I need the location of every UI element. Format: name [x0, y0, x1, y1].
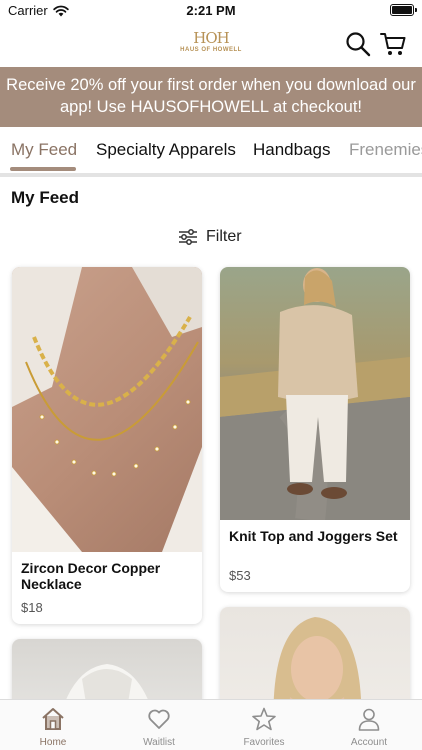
- filter-button[interactable]: Filter: [178, 228, 242, 246]
- nav-waitlist-label: Waitlist: [143, 737, 175, 748]
- product-card[interactable]: Zircon Decor Copper Necklace $18: [12, 267, 202, 624]
- necklace-photo: [12, 267, 202, 552]
- page-title: My Feed: [11, 188, 80, 207]
- nav-waitlist[interactable]: Waitlist: [106, 700, 212, 750]
- cart-icon[interactable]: [379, 30, 407, 58]
- logo-mark: HOH: [193, 29, 229, 47]
- tab-handbags[interactable]: Handbags: [253, 140, 331, 160]
- product-image: [220, 267, 410, 520]
- product-name: Zircon Decor Copper Necklace: [21, 560, 161, 592]
- star-icon: [252, 707, 276, 731]
- filter-icon: [179, 229, 197, 245]
- product-image: [12, 267, 202, 552]
- active-tab-indicator: [10, 167, 76, 171]
- nav-home-label: Home: [39, 737, 67, 748]
- filter-label: Filter: [206, 228, 242, 245]
- tab-specialty-apparels[interactable]: Specialty Apparels: [96, 140, 236, 160]
- person-icon: [358, 708, 380, 731]
- heart-icon: [148, 709, 170, 729]
- nav-account-label: Account: [350, 737, 388, 748]
- nav-account[interactable]: Account: [316, 700, 422, 750]
- battery-icon: [390, 4, 417, 16]
- promo-banner: Receive 20% off your first order when yo…: [0, 67, 422, 127]
- tab-my-feed[interactable]: My Feed: [11, 140, 77, 160]
- clock: 2:21 PM: [186, 3, 236, 18]
- nav-favorites-label: Favorites: [243, 737, 285, 748]
- nav-home[interactable]: Home: [0, 700, 106, 750]
- nav-favorites[interactable]: Favorites: [211, 700, 317, 750]
- home-icon: [42, 708, 64, 730]
- app-header: HOH HAUS OF HOWELL: [0, 22, 422, 67]
- search-icon[interactable]: [344, 30, 372, 58]
- product-name: Knit Top and Joggers Set: [229, 528, 398, 544]
- product-price: $53: [229, 568, 251, 583]
- tabs-divider: [0, 173, 422, 177]
- brand-logo[interactable]: HOH HAUS OF HOWELL: [168, 30, 254, 62]
- tab-frenemies[interactable]: Frenemies: [349, 140, 422, 160]
- status-bar: Carrier 2:21 PM: [0, 0, 422, 22]
- knit-set-photo: [220, 268, 410, 520]
- product-price: $18: [21, 600, 43, 615]
- bottom-tab-bar: Home Waitlist Favorites Account: [0, 699, 422, 750]
- category-tabs: My Feed Specialty Apparels Handbags Fren…: [0, 127, 422, 175]
- logo-wordmark: HAUS OF HOWELL: [180, 47, 242, 53]
- product-card[interactable]: Knit Top and Joggers Set $53: [220, 267, 410, 592]
